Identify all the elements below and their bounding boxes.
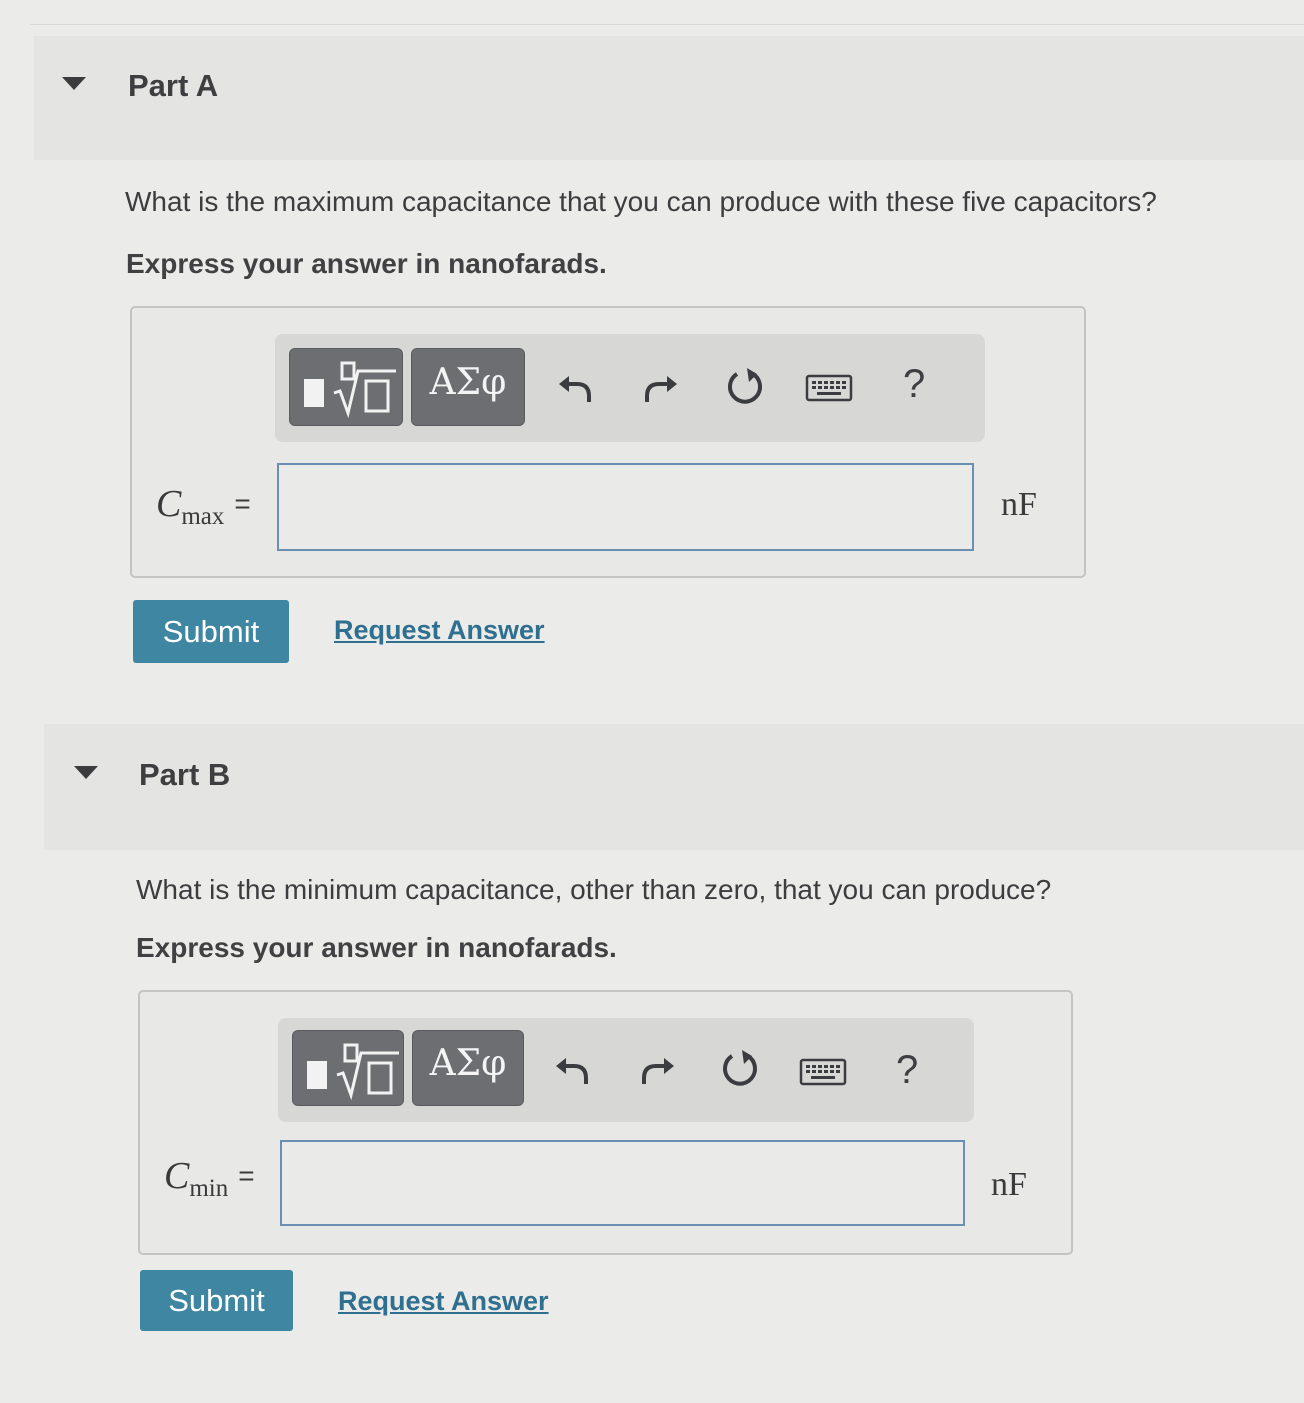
answer-input[interactable] (277, 463, 974, 551)
part-b-header[interactable]: Part B (44, 724, 1304, 850)
part-a-question: What is the maximum capacitance that you… (125, 186, 1157, 217)
templates-button[interactable] (289, 348, 403, 426)
templates-sqrt-icon (307, 1043, 399, 1101)
variable-subscript: max (181, 503, 225, 530)
greek-symbols-button[interactable]: ΑΣφ (412, 1030, 524, 1106)
undo-icon[interactable] (552, 1048, 592, 1088)
unit-label: nF (991, 1166, 1027, 1203)
templates-button[interactable] (292, 1030, 404, 1106)
request-answer-link[interactable]: Request Answer (334, 615, 545, 646)
part-a-instruction: Express your answer in nanofarads. (126, 248, 607, 279)
greek-symbols-label: ΑΣφ (429, 1043, 507, 1084)
request-answer-link[interactable]: Request Answer (338, 1286, 549, 1317)
variable-label: Cmin = (164, 1154, 255, 1202)
reset-icon[interactable] (723, 364, 767, 408)
redo-icon[interactable] (641, 366, 681, 406)
part-b-title: Part B (139, 757, 231, 792)
templates-sqrt-icon (304, 361, 396, 419)
variable-subscript: min (189, 1175, 229, 1202)
variable-label: Cmax = (156, 482, 251, 530)
help-button[interactable]: ? (896, 1048, 918, 1093)
collapse-caret-icon[interactable] (74, 766, 98, 779)
part-b-question: What is the minimum capacitance, other t… (136, 874, 1052, 905)
collapse-caret-icon[interactable] (62, 77, 86, 90)
submit-button[interactable]: Submit (133, 600, 289, 663)
equals-sign: = (234, 488, 251, 519)
greek-symbols-button[interactable]: ΑΣφ (411, 348, 525, 426)
variable-symbol: C (156, 483, 182, 525)
undo-icon[interactable] (555, 366, 595, 406)
redo-icon[interactable] (638, 1048, 678, 1088)
page: { "parts": [ { "title": "Part A", "quest… (0, 0, 1304, 1403)
keyboard-icon[interactable] (799, 1058, 847, 1086)
math-toolbar: ΑΣφ ? (275, 334, 985, 442)
math-toolbar: ΑΣφ ? (278, 1018, 974, 1122)
keyboard-icon[interactable] (805, 374, 853, 402)
variable-symbol: C (164, 1155, 190, 1197)
part-a-header[interactable]: Part A (34, 36, 1304, 160)
equals-sign: = (238, 1160, 255, 1191)
help-button[interactable]: ? (903, 362, 925, 407)
part-a-answer-box: ΑΣφ ? Cmax = nF (130, 306, 1086, 578)
reset-icon[interactable] (718, 1046, 762, 1090)
unit-label: nF (1001, 486, 1037, 523)
top-divider (30, 24, 1304, 25)
submit-button[interactable]: Submit (140, 1270, 293, 1331)
part-a-title: Part A (128, 68, 219, 103)
part-b-answer-box: ΑΣφ ? Cmin = nF (138, 990, 1073, 1255)
greek-symbols-label: ΑΣφ (429, 362, 507, 403)
part-b-instruction: Express your answer in nanofarads. (136, 932, 617, 963)
answer-input[interactable] (280, 1140, 965, 1226)
